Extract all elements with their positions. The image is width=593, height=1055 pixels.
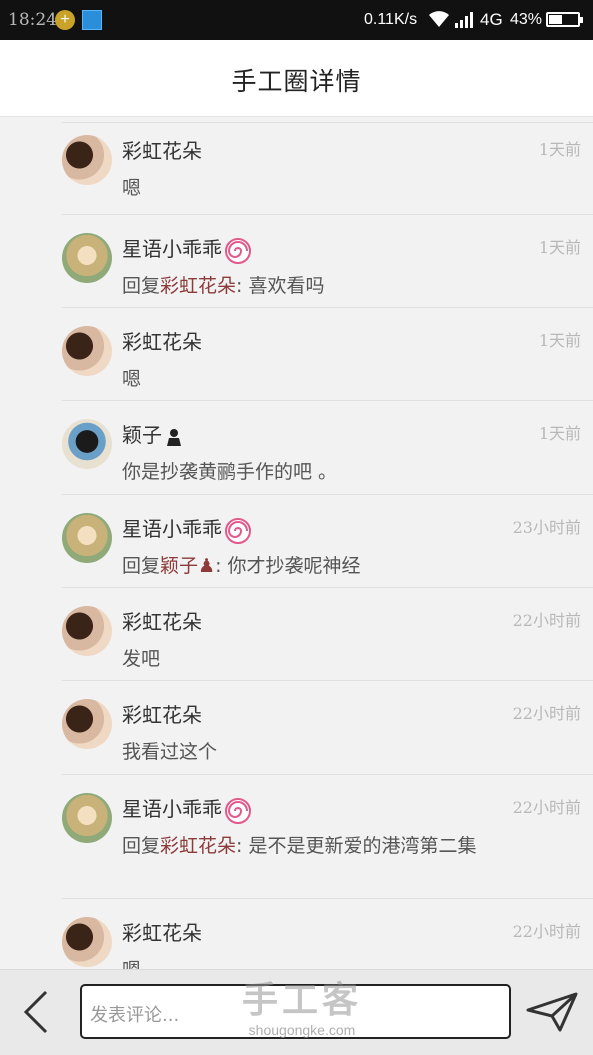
reply-to-user[interactable]: 彩虹花朵	[160, 275, 236, 297]
avatar[interactable]	[62, 419, 112, 469]
avatar[interactable]	[62, 606, 112, 656]
comment-time: 23小时前	[512, 518, 581, 537]
avatar[interactable]	[62, 326, 112, 376]
comment-time: 1天前	[538, 140, 581, 159]
comment-time: 22小时前	[512, 611, 581, 630]
battery-icon	[546, 12, 583, 27]
avatar[interactable]	[62, 135, 112, 185]
lollipop-icon	[225, 237, 251, 264]
avatar[interactable]	[62, 917, 112, 967]
reply-to-user[interactable]: 颖子	[160, 555, 198, 577]
lollipop-icon	[225, 517, 251, 544]
comment-text: 回复彩虹花朵: 是不是更新爱的港湾第二集	[122, 835, 477, 857]
comment-input[interactable]: 发表评论...	[80, 984, 511, 1039]
comment-list[interactable]: 彩虹花朵 1天前 嗯 星语小乖乖 1天前 回复彩虹花朵: 喜欢看吗 彩虹花朵 1…	[0, 117, 593, 969]
comment-author[interactable]: 彩虹花朵	[122, 917, 202, 946]
avatar[interactable]	[62, 513, 112, 563]
comment-text: 发吧	[122, 648, 161, 670]
comment-text: 嗯	[122, 177, 142, 199]
comment-author[interactable]: 星语小乖乖	[122, 233, 251, 264]
comment-text: 你是抄袭黄鹂手作的吧 。	[122, 461, 338, 483]
page-header: 手工圈详情	[0, 40, 593, 117]
comment-time: 22小时前	[512, 798, 581, 817]
avatar[interactable]	[62, 233, 112, 283]
comment-author[interactable]: 星语小乖乖	[122, 513, 251, 544]
comment-item[interactable]: 星语小乖乖 22小时前 回复彩虹花朵: 是不是更新爱的港湾第二集	[0, 775, 593, 899]
comment-author[interactable]: 彩虹花朵	[122, 326, 202, 355]
comment-item[interactable]: 彩虹花朵 1天前 嗯	[0, 117, 593, 215]
comment-time: 22小时前	[512, 922, 581, 941]
battery-percent: 43%	[510, 11, 543, 28]
comment-time: 1天前	[538, 238, 581, 257]
comment-item[interactable]: 星语小乖乖 23小时前 回复颖子♟: 你才抄袭呢神经	[0, 495, 593, 588]
comment-author[interactable]: 彩虹花朵	[122, 699, 202, 728]
comment-author[interactable]: 星语小乖乖	[122, 793, 251, 824]
bust-icon	[167, 428, 181, 446]
comment-item[interactable]: 星语小乖乖 1天前 回复彩虹花朵: 喜欢看吗	[0, 215, 593, 308]
reply-to-user[interactable]: 彩虹花朵	[160, 835, 236, 857]
comment-time: 1天前	[538, 424, 581, 443]
comment-author[interactable]: 颖子	[122, 419, 183, 448]
notification-app-icon	[82, 10, 102, 30]
comment-item[interactable]: 颖子 1天前 你是抄袭黄鹂手作的吧 。	[0, 401, 593, 495]
avatar[interactable]	[62, 699, 112, 749]
wifi-icon	[429, 11, 449, 27]
comment-text: 回复颖子♟: 你才抄袭呢神经	[122, 555, 361, 577]
comment-item[interactable]: 彩虹花朵 22小时前 我看过这个	[0, 681, 593, 775]
comment-text: 嗯	[122, 955, 527, 969]
comment-time: 22小时前	[512, 704, 581, 723]
comment-author[interactable]: 彩虹花朵	[122, 135, 202, 164]
notification-plus-icon: +	[55, 10, 75, 30]
avatar[interactable]	[62, 793, 112, 843]
signal-icon	[455, 12, 473, 28]
comment-input-placeholder: 发表评论...	[90, 1005, 180, 1026]
comment-author[interactable]: 彩虹花朵	[122, 606, 202, 635]
comment-text: 嗯	[122, 368, 142, 390]
paper-plane-icon[interactable]	[526, 992, 578, 1032]
comment-text: 回复彩虹花朵: 喜欢看吗	[122, 275, 325, 297]
page-title: 手工圈详情	[231, 67, 362, 96]
chevron-left-icon[interactable]	[22, 990, 52, 1034]
comment-input-bar: 发表评论... 手工客 shougongke.com	[0, 969, 593, 1055]
comment-item[interactable]: 彩虹花朵 1天前 嗯	[0, 308, 593, 401]
comment-text: 我看过这个	[122, 741, 218, 763]
status-bar: 18:24 + 0.11K/s 4G 43%	[0, 0, 593, 40]
network-type: 4G	[480, 10, 503, 29]
comment-item[interactable]: 彩虹花朵 22小时前 嗯	[0, 899, 593, 969]
comment-item[interactable]: 彩虹花朵 22小时前 发吧	[0, 588, 593, 681]
bust-icon: ♟	[198, 555, 216, 577]
network-speed: 0.11K/s	[364, 11, 418, 28]
lollipop-icon	[225, 797, 251, 824]
comment-time: 1天前	[538, 331, 581, 350]
